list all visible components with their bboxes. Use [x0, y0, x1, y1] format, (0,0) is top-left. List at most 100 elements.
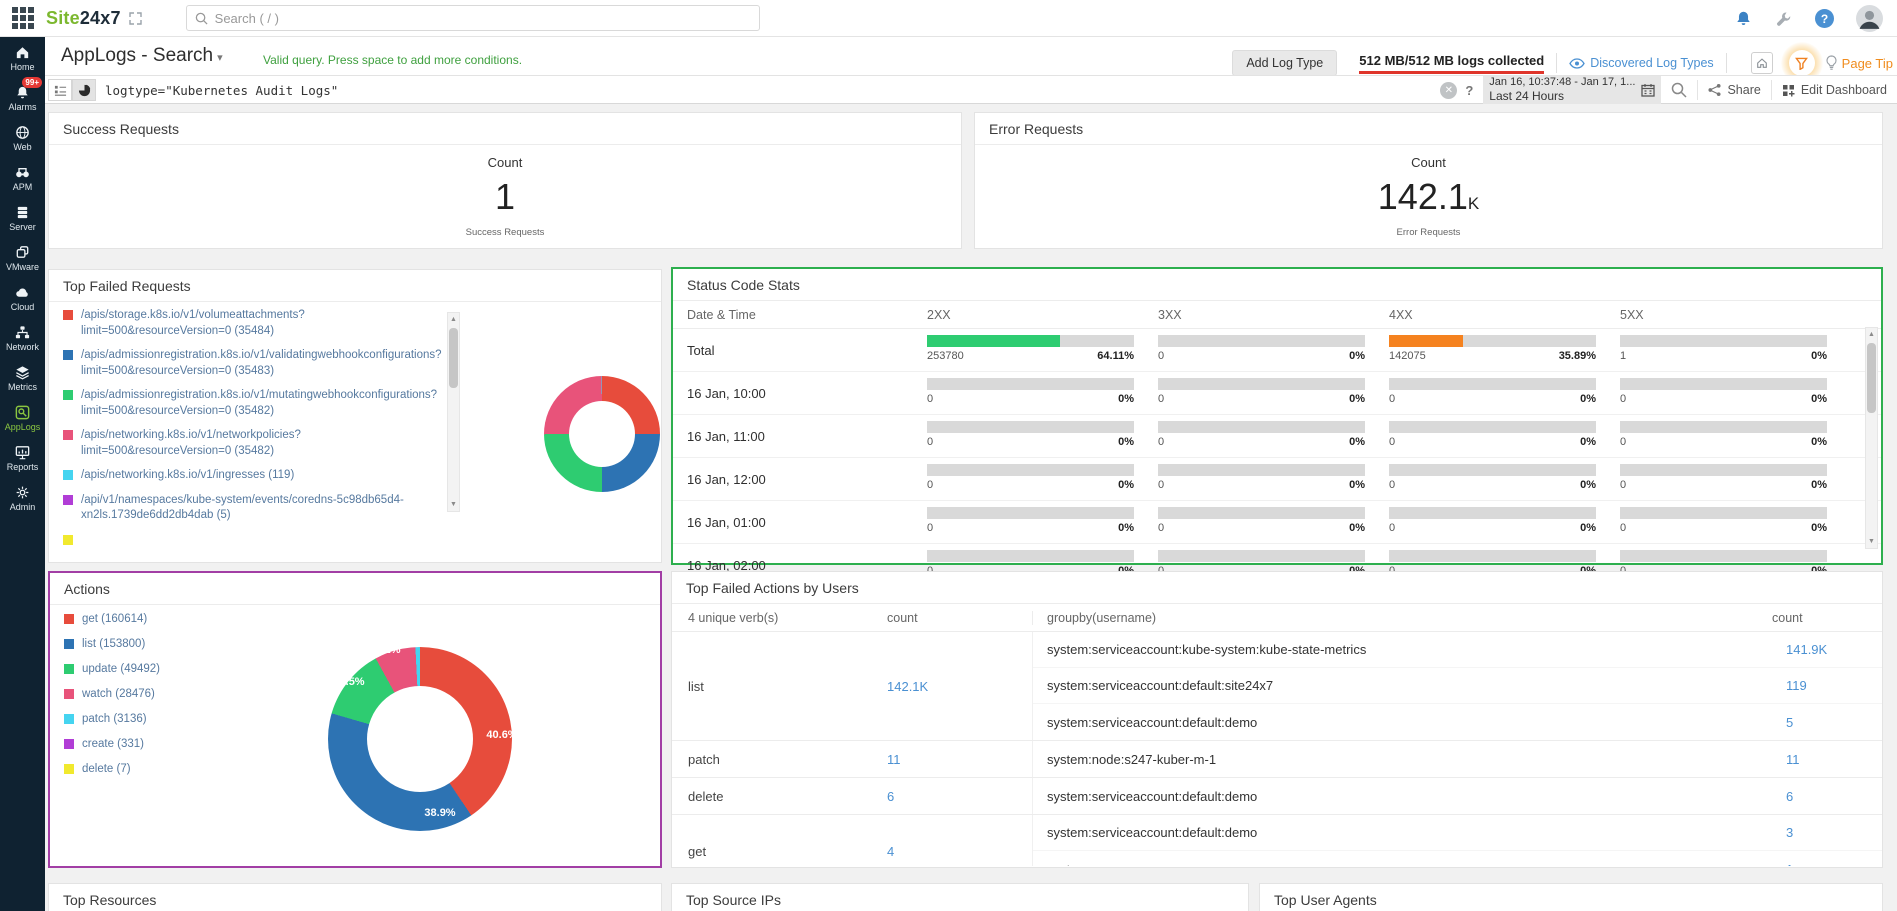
gear-icon [14, 484, 31, 501]
legend-item[interactable]: /api/v1/namespaces/kube-system/events/co… [63, 493, 445, 524]
failed-actions-group: get 4 system:serviceaccount:default:demo … [672, 815, 1882, 866]
app-grid-icon[interactable] [12, 7, 34, 29]
user-count-link[interactable]: 6 [1786, 789, 1882, 804]
legend-item[interactable]: /apis/admissionregistration.k8s.io/v1/mu… [63, 388, 445, 419]
user-count-link[interactable]: 141.9K [1786, 642, 1882, 657]
actions-donut-chart[interactable] [328, 647, 512, 831]
expand-icon[interactable] [128, 11, 142, 25]
metric-footer: Success Requests [465, 227, 545, 238]
panel-title: Top Failed Actions by Users [672, 572, 1882, 604]
panel-title: Success Requests [49, 113, 961, 145]
sidebar-item-cloud[interactable]: Cloud [0, 277, 45, 317]
legend-item[interactable]: create (331) [64, 738, 304, 750]
home-icon [14, 44, 31, 61]
donut-percent-label: 12.5% [333, 676, 365, 688]
legend-swatch [64, 614, 74, 624]
sidebar-item-server[interactable]: Server [0, 197, 45, 237]
status-cell: 00% [1389, 464, 1620, 494]
sidebar-item-metrics[interactable]: Metrics [0, 357, 45, 397]
user-row: system:serviceaccount:default:site24x7 1… [1033, 668, 1882, 704]
user-count-link[interactable]: 11 [1786, 752, 1882, 767]
status-cell: 00% [1158, 421, 1389, 451]
status-table-row: Total 253780 64.11% 0 0% 142075 35.89% 1 0% [673, 329, 1881, 372]
sidebar-item-web[interactable]: Web [0, 117, 45, 157]
legend-swatch [64, 739, 74, 749]
status-table-header: Date & Time 2XX 3XX 4XX 5XX [673, 301, 1881, 329]
top-source-ips-panel: Top Source IPs [671, 883, 1249, 911]
legend-swatch [63, 470, 73, 481]
global-search-input[interactable]: Search ( / ) [185, 5, 760, 31]
status-table-row: 16 Jan, 10:00 0 0% 0 0% 0 0% 0 0% [673, 372, 1881, 415]
user-row: system:serviceaccount:kube-system:kube-s… [1033, 632, 1882, 668]
sidebar-item-network[interactable]: Network [0, 317, 45, 357]
verb-count-link[interactable]: 4 [887, 815, 1032, 866]
legend-swatch [63, 350, 73, 361]
verb-cell: delete [688, 788, 724, 804]
sidebar-item-reports[interactable]: Reports [0, 437, 45, 477]
search-icon [195, 12, 208, 25]
sidebar-item-applogs[interactable]: AppLogs [0, 397, 45, 437]
sidebar-item-vmware[interactable]: VMware [0, 237, 45, 277]
legend-swatch [64, 714, 74, 724]
tools-wrench-icon[interactable] [1775, 10, 1793, 28]
user-row: system:node:s247-kuber-m-1 11 [1033, 741, 1882, 777]
sidebar-item-apm[interactable]: APM [0, 157, 45, 197]
legend-item[interactable]: get (160614) [64, 613, 304, 625]
legend-item[interactable]: update (49492) [64, 663, 304, 675]
legend-item[interactable]: /apis/networking.k8s.io/v1/networkpolici… [63, 428, 445, 459]
legend-item-partial[interactable] [63, 533, 445, 545]
user-count-link[interactable]: 1 [1786, 862, 1882, 867]
panel-title: Top Failed Requests [49, 270, 661, 302]
site24x7-logo[interactable]: Site24x7 [46, 8, 121, 29]
failed-requests-donut-chart[interactable] [544, 376, 660, 492]
metric-label: Count [487, 155, 523, 170]
user-row: system:serviceaccount:default:demo 5 [1033, 704, 1882, 740]
applogs-icon [14, 404, 31, 421]
sidebar-item-home[interactable]: Home [0, 37, 45, 77]
user-row: system:serviceaccount:default:demo 3 [1033, 815, 1882, 851]
legend-swatch [64, 764, 74, 774]
user-avatar[interactable] [1856, 5, 1883, 32]
status-cell: 00% [1620, 378, 1851, 408]
user-count-link[interactable]: 3 [1786, 825, 1882, 840]
status-cell: 00% [1620, 507, 1851, 537]
status-cell: 253780 64.11% [927, 335, 1158, 365]
panel-title: Status Code Stats [673, 269, 1881, 301]
status-table-row: 16 Jan, 12:00 0 0% 0 0% 0 0% 0 0% [673, 458, 1881, 501]
verb-cell: get [688, 843, 707, 859]
legend-scrollbar[interactable]: ▲ ▼ [447, 312, 460, 512]
status-cell: 00% [1389, 507, 1620, 537]
status-table-scrollbar[interactable]: ▲ ▼ [1865, 327, 1878, 549]
legend-item[interactable]: delete (7) [64, 763, 304, 775]
panel-title: Top User Agents [1260, 884, 1882, 911]
legend-item[interactable]: /apis/networking.k8s.io/v1/ingresses (11… [63, 468, 445, 484]
legend-item[interactable]: patch (3136) [64, 713, 304, 725]
legend-item[interactable]: /apis/storage.k8s.io/v1/volumeattachment… [63, 308, 445, 339]
legend-item[interactable]: list (153800) [64, 638, 304, 650]
sidebar-item-alarms[interactable]: 99+ Alarms [0, 77, 45, 117]
donut-percent-label: 7.2% [375, 644, 401, 656]
binoculars-icon [14, 164, 31, 181]
status-cell: 00% [927, 507, 1158, 537]
dashboard-content: Success Requests Count 1 Success Request… [45, 37, 1897, 911]
top-failed-actions-panel: Top Failed Actions by Users 4 unique ver… [671, 571, 1883, 868]
user-row: system:anonymous 1 [1033, 851, 1882, 867]
donut-percent-label: 40.6% [486, 729, 518, 741]
user-count-link[interactable]: 119 [1786, 678, 1882, 693]
sidebar-item-admin[interactable]: Admin [0, 477, 45, 517]
verb-count-link[interactable]: 142.1K [887, 632, 1032, 740]
alarm-count-badge: 99+ [22, 77, 42, 88]
legend-swatch [64, 689, 74, 699]
status-cell: 00% [927, 421, 1158, 451]
failed-actions-group: delete 6 system:serviceaccount:default:de… [672, 778, 1882, 815]
failed-actions-body: list 142.1K system:serviceaccount:kube-sy… [672, 632, 1882, 866]
help-icon[interactable]: ? [1815, 9, 1834, 28]
notifications-bell-icon[interactable] [1734, 9, 1753, 28]
status-cell: 142075 35.89% [1389, 335, 1620, 365]
status-cell: 00% [1158, 378, 1389, 408]
legend-item[interactable]: watch (28476) [64, 688, 304, 700]
user-count-link[interactable]: 5 [1786, 715, 1882, 730]
legend-item[interactable]: /apis/admissionregistration.k8s.io/v1/va… [63, 348, 445, 379]
verb-count-link[interactable]: 11 [887, 741, 1032, 777]
verb-count-link[interactable]: 6 [887, 778, 1032, 814]
